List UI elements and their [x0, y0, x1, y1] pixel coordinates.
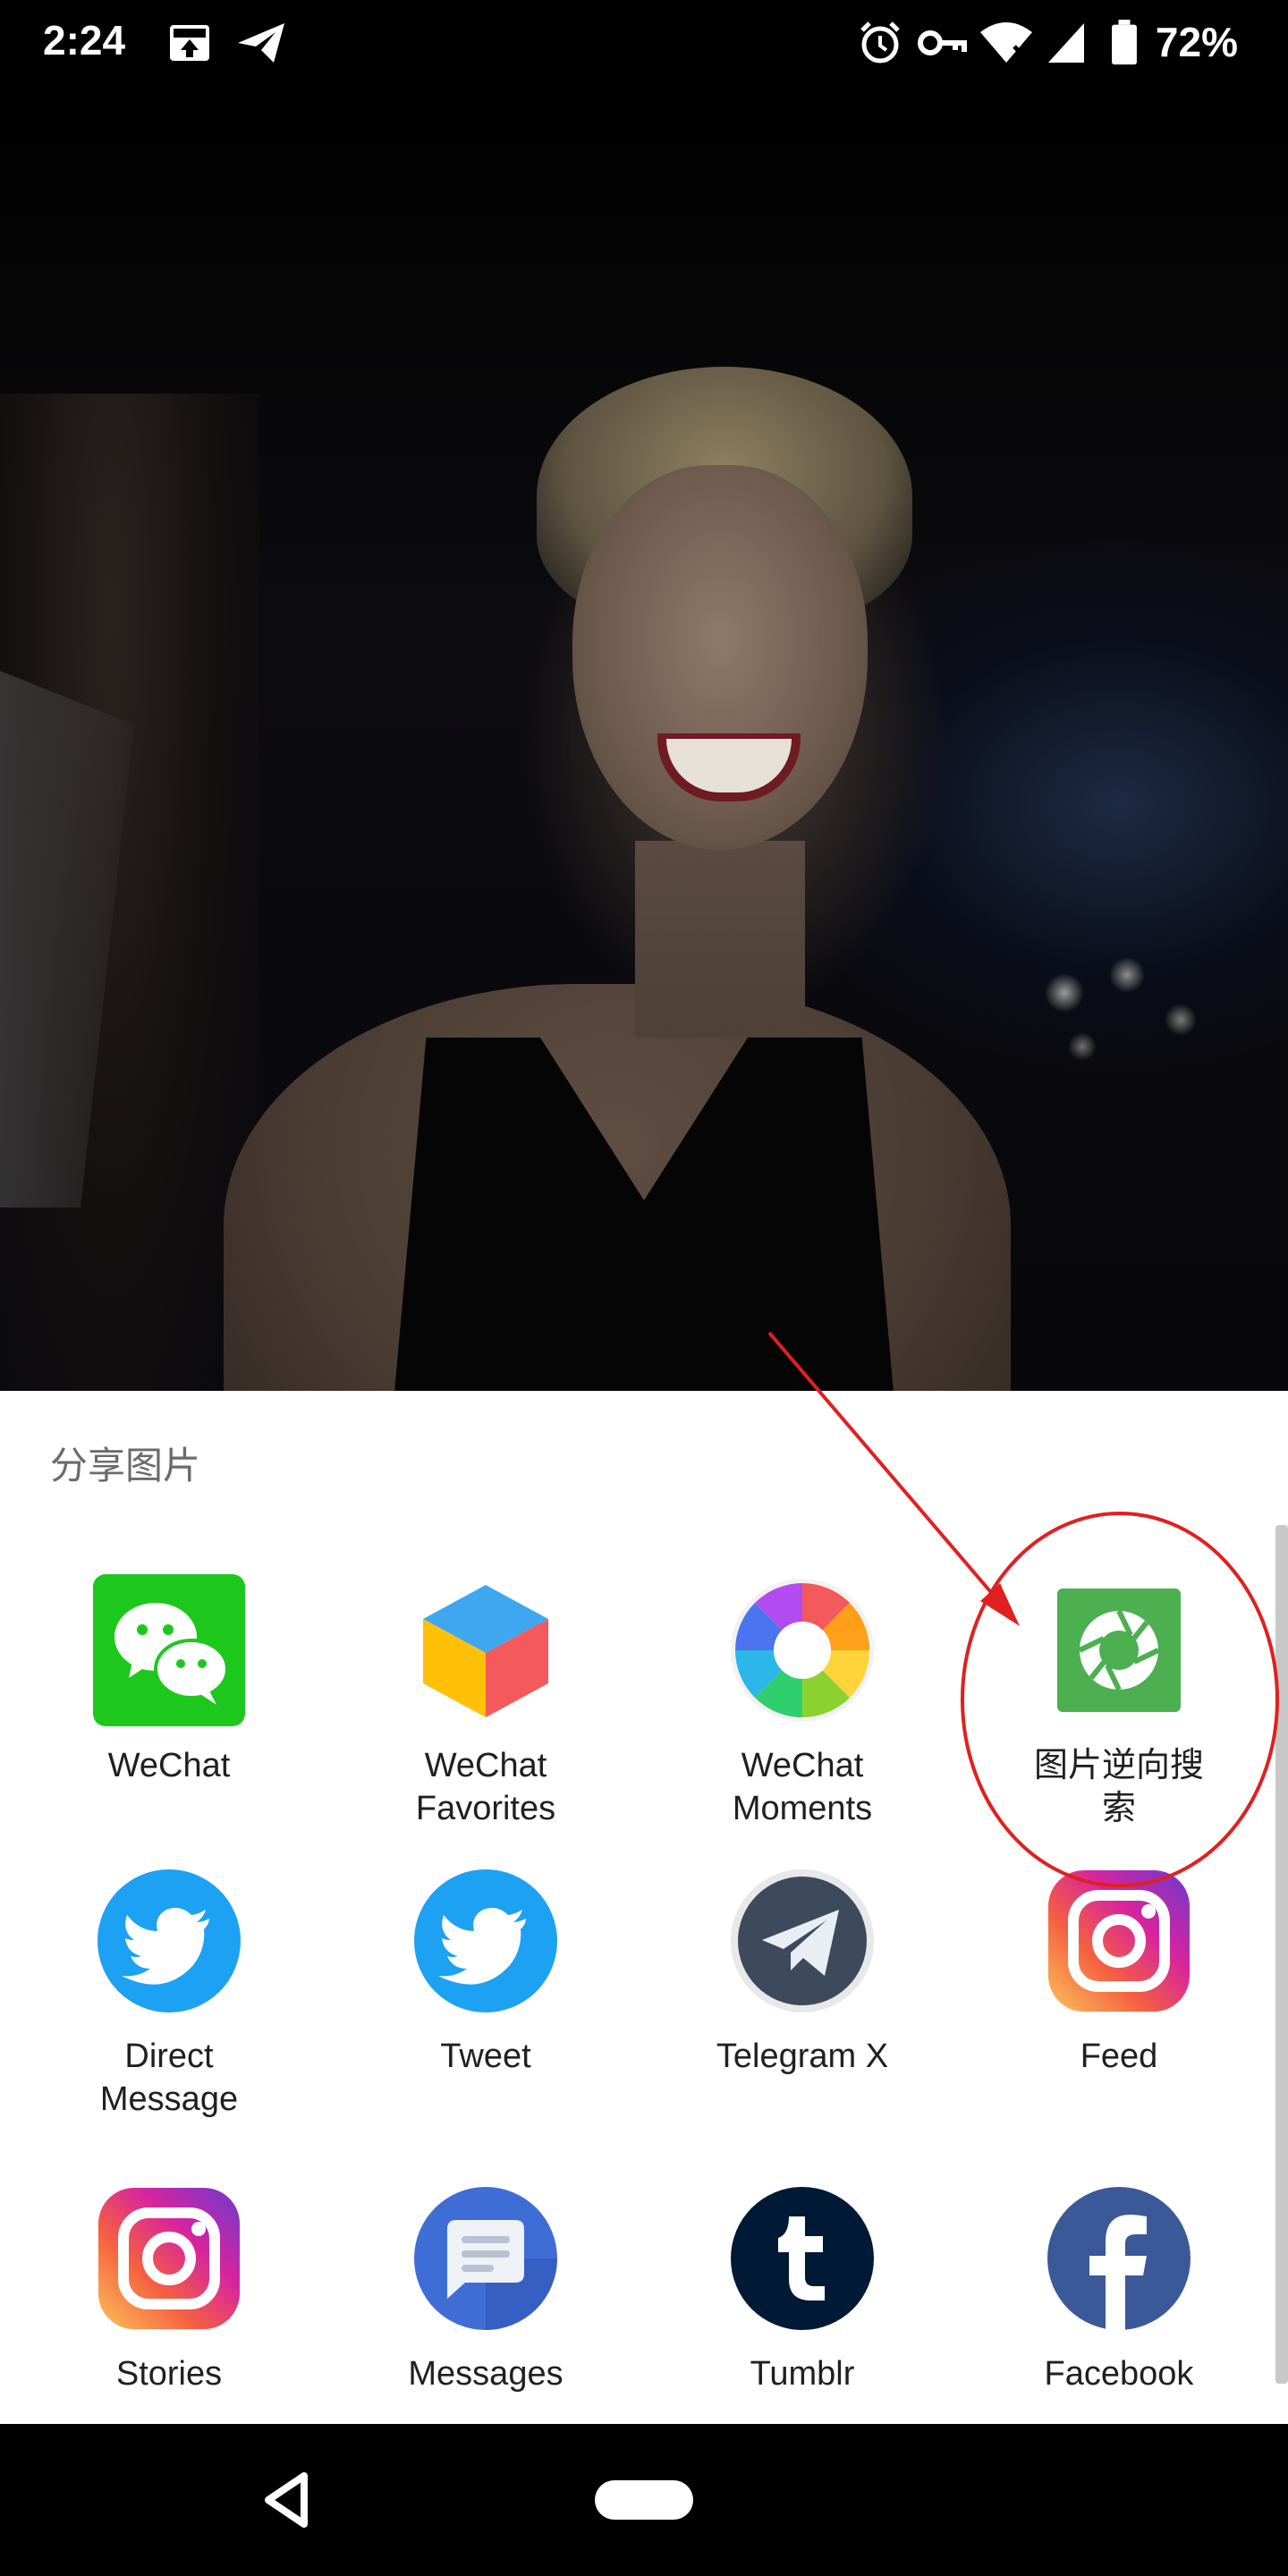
share-target-wechat-moments[interactable]: WeChat Moments [644, 1574, 961, 1830]
upload-icon [170, 25, 209, 61]
share-target-feed[interactable]: Feed [961, 1865, 1277, 2078]
alarm-icon [860, 21, 900, 64]
wechat-moments-icon [726, 1574, 878, 1726]
app-label: Messages [408, 2355, 564, 2393]
share-target-facebook[interactable]: Facebook [961, 2182, 1277, 2395]
facebook-icon [1043, 2182, 1195, 2334]
share-target-wechat-favorites[interactable]: WeChat Favorites [327, 1574, 644, 1830]
share-target-wechat[interactable]: WeChat [11, 1574, 327, 1787]
app-label: WeChat Moments [732, 1747, 873, 1827]
twitter-icon [410, 1865, 562, 2017]
neck [635, 841, 805, 1038]
app-label: Feed [1080, 2038, 1158, 2075]
wechat-icon [93, 1574, 245, 1726]
app-label: 图片逆向搜 索 [1033, 1747, 1204, 1827]
status-time: 2:24 [43, 17, 126, 64]
navigation-bar [0, 2424, 1288, 2576]
wechat-favorites-icon [410, 1574, 562, 1726]
share-target-reverse-image-search[interactable]: 图片逆向搜 索 [961, 1574, 1277, 1830]
tumblr-icon [726, 2182, 878, 2334]
battery-icon [1112, 20, 1137, 65]
app-label: WeChat [107, 1747, 231, 1784]
share-target-tumblr[interactable]: Tumblr [644, 2182, 961, 2395]
instagram-icon [93, 2182, 245, 2334]
share-target-telegram-x[interactable]: Telegram X [644, 1865, 961, 2078]
status-bar: 2:24 72% [0, 0, 1288, 89]
reverse-image-search-icon [1043, 1574, 1195, 1726]
app-label: Telegram X [716, 2038, 889, 2075]
share-sheet: 分享图片 WeChat WeChat Favorites WeChat Mome… [0, 1391, 1288, 2424]
home-button[interactable] [595, 2480, 693, 2520]
share-sheet-title: 分享图片 [50, 1445, 201, 1487]
messages-icon [410, 2182, 562, 2334]
instagram-icon [1043, 1865, 1195, 2017]
battery-percent: 72% [1155, 19, 1238, 65]
app-label: Tumblr [750, 2355, 855, 2393]
background-lights [1029, 939, 1243, 1082]
app-label: WeChat Favorites [415, 1747, 556, 1827]
app-label: Facebook [1044, 2355, 1194, 2393]
share-target-tweet[interactable]: Tweet [327, 1865, 644, 2078]
app-label: Direct Message [99, 2038, 239, 2118]
back-icon[interactable] [259, 2469, 313, 2531]
scrollbar[interactable] [1275, 1525, 1288, 2384]
vpn-key-icon [918, 30, 967, 55]
signal-icon [1048, 23, 1084, 63]
app-label: Tweet [440, 2038, 531, 2075]
share-target-direct-message[interactable]: Direct Message [11, 1865, 327, 2121]
telegram-icon [726, 1865, 878, 2017]
share-target-stories[interactable]: Stories [11, 2182, 327, 2395]
shared-photo [0, 89, 1288, 1391]
wifi-icon [980, 22, 1032, 63]
send-icon [238, 23, 284, 63]
app-label: Stories [115, 2355, 223, 2393]
share-target-messages[interactable]: Messages [327, 2182, 644, 2395]
twitter-icon [93, 1865, 245, 2017]
